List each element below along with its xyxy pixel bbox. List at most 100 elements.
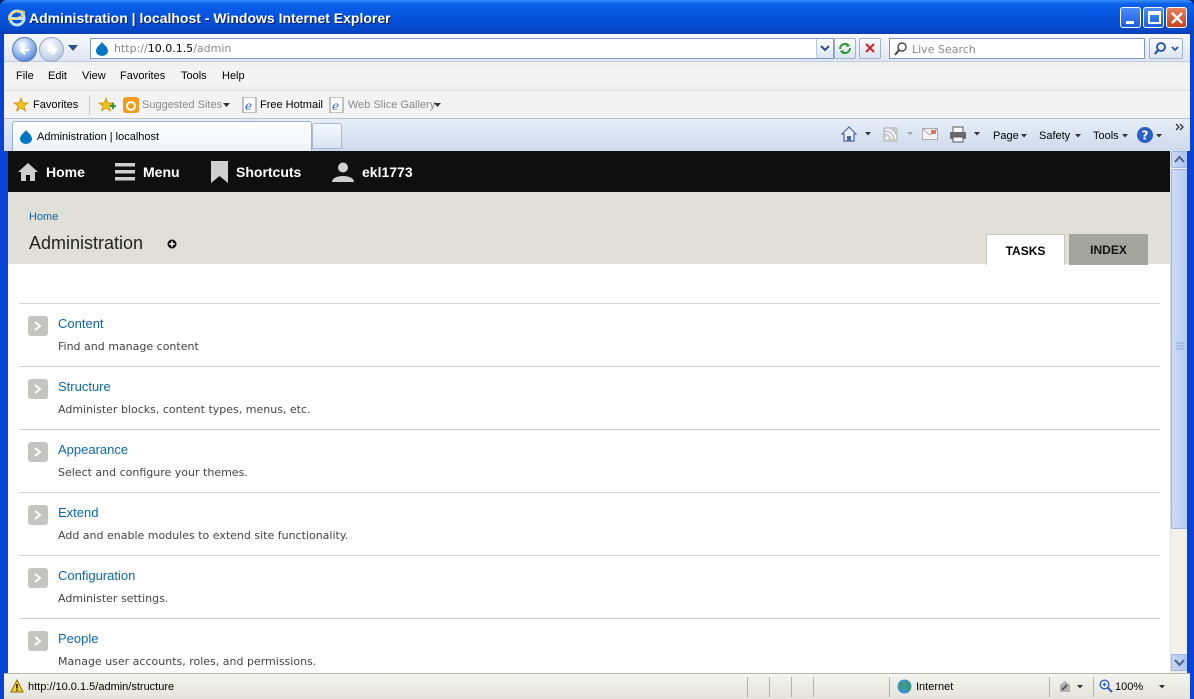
home-icon — [18, 162, 38, 181]
drupal-toolbar: Home Menu Shortcuts ekl1773 — [8, 151, 1170, 192]
toolbar-shortcuts[interactable]: Shortcuts — [211, 151, 301, 192]
read-mail-icon[interactable] — [922, 128, 938, 140]
add-to-favorites-icon[interactable] — [98, 97, 116, 113]
rss-feed-icon[interactable] — [883, 127, 898, 142]
menu-help[interactable]: Help — [222, 70, 245, 82]
favorites-star-icon — [13, 97, 29, 112]
dropdown-arrow-icon[interactable] — [1075, 134, 1081, 138]
security-zone: Internet — [916, 681, 954, 693]
admin-task-row[interactable]: People Manage user accounts, roles, and p… — [19, 618, 1160, 673]
address-dropdown-button[interactable] — [816, 39, 833, 58]
window-title: Administration | localhost - Windows Int… — [29, 10, 391, 26]
dropdown-arrow-icon[interactable] — [865, 132, 871, 136]
back-arrow-icon — [19, 45, 29, 55]
separator — [89, 95, 90, 115]
admin-task-link[interactable]: Structure — [58, 379, 111, 394]
menu-file[interactable]: File — [16, 70, 34, 82]
suggested-sites-link[interactable]: Suggested Sites — [142, 99, 222, 111]
scroll-up-button[interactable] — [1171, 151, 1188, 168]
minimize-button[interactable] — [1120, 7, 1141, 28]
scroll-down-button[interactable] — [1171, 654, 1188, 671]
refresh-icon — [839, 43, 851, 54]
dropdown-arrow-icon[interactable] — [974, 132, 980, 136]
page-menu-button[interactable]: Page — [993, 130, 1019, 142]
admin-task-link[interactable]: Appearance — [58, 442, 128, 457]
recent-pages-dropdown-icon[interactable] — [68, 45, 78, 52]
home-icon[interactable] — [840, 125, 858, 143]
toolbar-user[interactable]: ekl1773 — [332, 151, 413, 192]
breadcrumb-home[interactable]: Home — [29, 211, 58, 223]
chevron-right-icon — [34, 510, 42, 520]
forward-button[interactable] — [39, 37, 64, 62]
web-slice-gallery-link[interactable]: Web Slice Gallery — [348, 99, 435, 111]
toolbar-menu[interactable]: Menu — [115, 151, 180, 192]
dropdown-arrow-icon[interactable] — [1021, 134, 1027, 138]
dropdown-arrow-icon[interactable] — [1159, 685, 1165, 689]
expand-arrow-button[interactable] — [28, 442, 48, 462]
zoom-icon[interactable] — [1099, 679, 1113, 693]
maximize-button[interactable] — [1143, 7, 1164, 28]
toolbar-home[interactable]: Home — [18, 151, 85, 192]
navigation-bar: http://10.0.1.5/admin Live Search — [4, 34, 1190, 62]
print-icon[interactable] — [949, 126, 967, 143]
help-icon[interactable]: ? — [1136, 126, 1154, 144]
refresh-button[interactable] — [834, 38, 856, 59]
close-button[interactable] — [1166, 7, 1187, 28]
admin-task-row[interactable]: Structure Administer blocks, content type… — [19, 366, 1160, 429]
browser-tab-label: Administration | localhost — [37, 131, 160, 143]
dropdown-arrow-icon[interactable] — [434, 103, 441, 108]
expand-arrow-button[interactable] — [28, 379, 48, 399]
drupal-favicon-icon — [96, 42, 108, 56]
admin-task-link[interactable]: Content — [58, 316, 104, 331]
scroll-thumb[interactable] — [1171, 169, 1188, 529]
protected-mode-icon[interactable] — [1057, 679, 1073, 694]
chevron-right-icon — [34, 384, 42, 394]
expand-arrow-button[interactable] — [28, 631, 48, 651]
browser-tab-active[interactable]: Administration | localhost — [12, 121, 312, 151]
new-tab-button[interactable] — [312, 123, 342, 149]
menu-view[interactable]: View — [82, 70, 106, 82]
expand-arrow-button[interactable] — [28, 505, 48, 525]
dropdown-arrow-icon[interactable] — [1122, 134, 1128, 138]
dropdown-arrow-icon[interactable] — [223, 103, 230, 108]
dropdown-arrow-icon[interactable] — [907, 132, 913, 136]
admin-task-link[interactable]: People — [58, 631, 98, 646]
window-titlebar[interactable]: Administration | localhost - Windows Int… — [0, 0, 1194, 34]
chevron-down-icon — [1174, 659, 1185, 667]
expand-arrow-button[interactable] — [28, 316, 48, 336]
separator — [1049, 677, 1050, 697]
back-button[interactable] — [12, 37, 37, 62]
free-hotmail-link[interactable]: Free Hotmail — [260, 99, 323, 111]
favorites-button[interactable]: Favorites — [33, 99, 78, 111]
zoom-level[interactable]: 100% — [1115, 681, 1143, 693]
admin-task-row[interactable]: Appearance Select and configure your them… — [19, 429, 1160, 492]
search-button[interactable] — [1149, 38, 1183, 59]
menu-favorites[interactable]: Favorites — [120, 70, 165, 82]
warning-icon — [10, 679, 24, 693]
web-slice-icon: e — [329, 97, 344, 113]
menu-edit[interactable]: Edit — [48, 70, 67, 82]
admin-task-row[interactable]: Configuration Administer settings. — [19, 555, 1160, 618]
dropdown-arrow-icon[interactable] — [1156, 134, 1162, 138]
stop-button[interactable] — [859, 38, 881, 59]
menu-bar: File Edit View Favorites Tools Help — [4, 65, 1190, 87]
chevron-right-double-icon[interactable] — [1175, 122, 1185, 132]
tab-index[interactable]: INDEX — [1069, 234, 1148, 265]
menu-tools[interactable]: Tools — [181, 70, 207, 82]
tools-menu-button[interactable]: Tools — [1093, 130, 1119, 142]
admin-task-row[interactable]: Content Find and manage content — [19, 303, 1160, 366]
tab-tasks[interactable]: TASKS — [986, 234, 1065, 265]
address-bar[interactable]: http://10.0.1.5/admin — [90, 38, 834, 59]
maximize-icon — [1148, 11, 1161, 24]
admin-task-link[interactable]: Configuration — [58, 568, 135, 583]
vertical-scrollbar[interactable] — [1170, 151, 1188, 673]
admin-task-link[interactable]: Extend — [58, 505, 98, 520]
toolbar-home-label: Home — [46, 163, 85, 180]
admin-task-row[interactable]: Extend Add and enable modules to extend s… — [19, 492, 1160, 555]
add-shortcut-icon[interactable] — [167, 239, 177, 249]
search-input[interactable]: Live Search — [889, 38, 1145, 59]
safety-menu-button[interactable]: Safety — [1039, 130, 1070, 142]
dropdown-arrow-icon[interactable] — [1077, 685, 1083, 689]
expand-arrow-button[interactable] — [28, 568, 48, 588]
chevron-down-icon — [820, 45, 830, 52]
